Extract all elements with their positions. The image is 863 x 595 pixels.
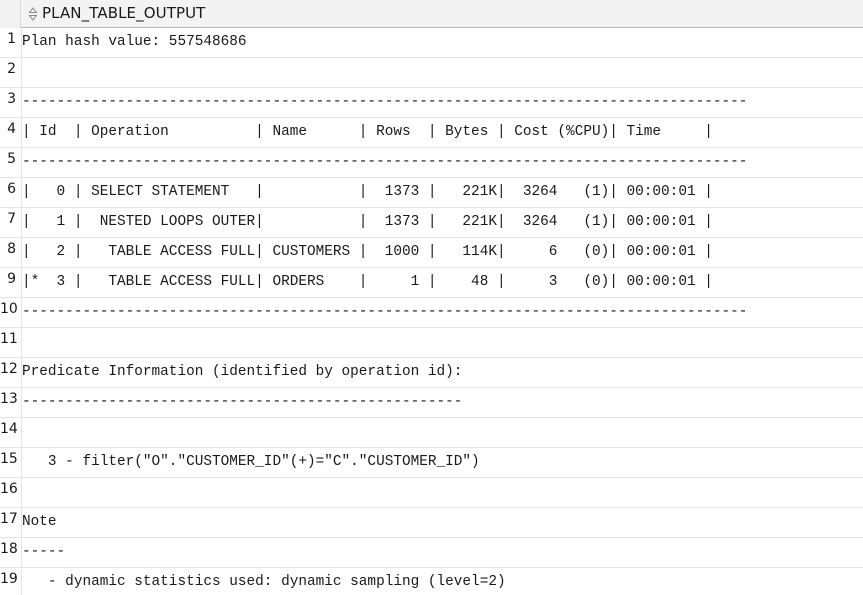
plan-output-cell[interactable]	[22, 328, 863, 357]
plan-output-cell[interactable]: Predicate Information (identified by ope…	[22, 358, 863, 387]
row-number-header	[0, 0, 21, 28]
table-row[interactable]: 7 | 1 | NESTED LOOPS OUTER| | 1373 | 221K…	[0, 208, 863, 238]
plan-output-cell[interactable]: | 2 | TABLE ACCESS FULL| CUSTOMERS | 100…	[22, 238, 863, 267]
row-number: 11	[0, 331, 18, 347]
row-number: 16	[0, 481, 18, 497]
row-number: 4	[7, 121, 16, 137]
grid-rows: 1 Plan hash value: 557548686 2 3 -----------…	[0, 28, 863, 595]
table-row[interactable]: 4 | Id | Operation | Name | Rows | Bytes …	[0, 118, 863, 148]
table-row[interactable]: 8 | 2 | TABLE ACCESS FULL| CUSTOMERS | 10…	[0, 238, 863, 268]
row-number: 7	[7, 211, 16, 227]
plan-output-cell[interactable]: | 1 | NESTED LOOPS OUTER| | 1373 | 221K|…	[22, 208, 863, 237]
column-header-plan-table-output[interactable]: PLAN_TABLE_OUTPUT	[42, 4, 205, 22]
result-grid[interactable]: PLAN_TABLE_OUTPUT 1 Plan hash value: 5575…	[0, 0, 863, 595]
table-row[interactable]: 6 | 0 | SELECT STATEMENT | | 1373 | 221K|…	[0, 178, 863, 208]
row-number: 14	[0, 421, 18, 437]
plan-output-cell[interactable]: ----------------------------------------…	[22, 388, 863, 417]
plan-output-cell[interactable]: Plan hash value: 557548686	[22, 28, 863, 57]
table-row[interactable]: 18 -----	[0, 538, 863, 568]
table-row[interactable]: 5 ---------------------------------------…	[0, 148, 863, 178]
table-row[interactable]: 17 Note	[0, 508, 863, 538]
row-number: 19	[0, 571, 18, 587]
plan-output-cell[interactable]	[22, 478, 863, 507]
table-row[interactable]: 10 --------------------------------------…	[0, 298, 863, 328]
table-row[interactable]: 19 - dynamic statistics used: dynamic sa…	[0, 568, 863, 595]
table-row[interactable]: 1 Plan hash value: 557548686	[0, 28, 863, 58]
plan-output-cell[interactable]	[22, 418, 863, 447]
row-number: 8	[7, 241, 16, 257]
row-number: 1	[7, 31, 16, 47]
grid-header: PLAN_TABLE_OUTPUT	[0, 0, 863, 28]
plan-output-cell[interactable]: |* 3 | TABLE ACCESS FULL| ORDERS | 1 | 4…	[22, 268, 863, 297]
plan-output-cell[interactable]: ----------------------------------------…	[22, 88, 863, 117]
table-row[interactable]: 3 ---------------------------------------…	[0, 88, 863, 118]
row-number: 9	[7, 271, 16, 287]
table-row[interactable]: 12 Predicate Information (identified by o…	[0, 358, 863, 388]
sort-arrows-icon[interactable]	[28, 7, 38, 21]
row-number: 5	[7, 151, 16, 167]
table-row[interactable]: 11	[0, 328, 863, 358]
row-number: 2	[7, 61, 16, 77]
plan-output-cell[interactable]: Note	[22, 508, 863, 537]
table-row[interactable]: 15 3 - filter("O"."CUSTOMER_ID"(+)="C"."…	[0, 448, 863, 478]
plan-output-cell[interactable]: - dynamic statistics used: dynamic sampl…	[22, 568, 863, 595]
plan-output-cell[interactable]	[22, 58, 863, 87]
table-row[interactable]: 2	[0, 58, 863, 88]
table-row[interactable]: 13 --------------------------------------…	[0, 388, 863, 418]
row-number: 10	[0, 301, 18, 317]
plan-output-cell[interactable]: -----	[22, 538, 863, 567]
plan-output-cell[interactable]: | 0 | SELECT STATEMENT | | 1373 | 221K| …	[22, 178, 863, 207]
table-row[interactable]: 16	[0, 478, 863, 508]
row-number: 3	[7, 91, 16, 107]
plan-output-cell[interactable]: ----------------------------------------…	[22, 148, 863, 177]
row-number: 17	[0, 511, 18, 527]
row-number: 15	[0, 451, 18, 467]
row-number: 13	[0, 391, 18, 407]
plan-output-cell[interactable]: | Id | Operation | Name | Rows | Bytes |…	[22, 118, 863, 147]
row-number: 6	[7, 181, 16, 197]
table-row[interactable]: 9 |* 3 | TABLE ACCESS FULL| ORDERS | 1 | …	[0, 268, 863, 298]
row-number: 18	[0, 541, 18, 557]
table-row[interactable]: 14	[0, 418, 863, 448]
plan-output-cell[interactable]: 3 - filter("O"."CUSTOMER_ID"(+)="C"."CUS…	[22, 448, 863, 477]
plan-output-cell[interactable]: ----------------------------------------…	[22, 298, 863, 327]
row-number: 12	[0, 361, 18, 377]
